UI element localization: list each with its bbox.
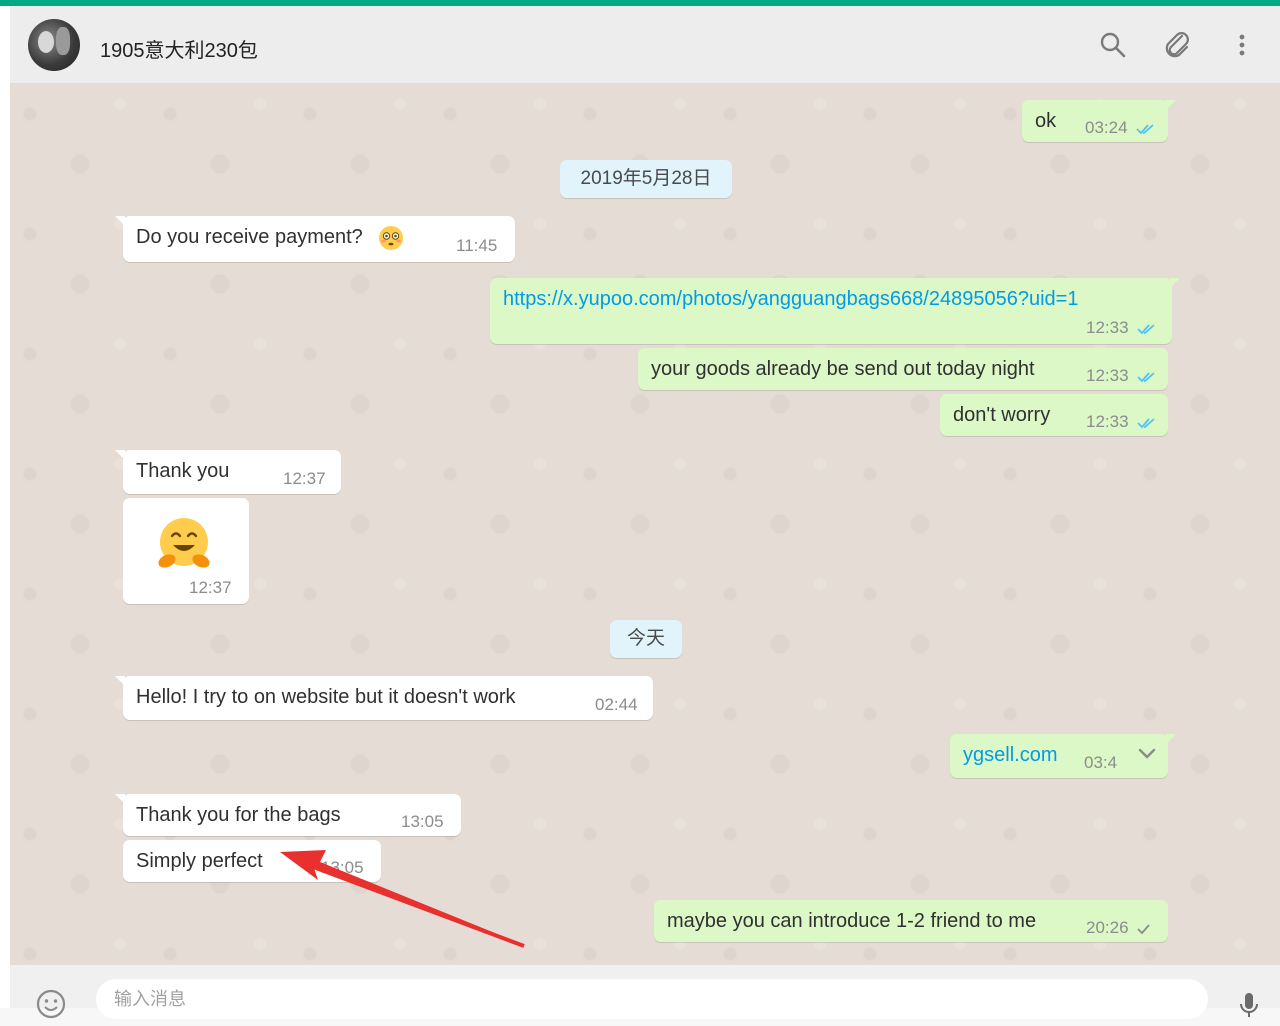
message-in[interactable]: Hello! I try to on website but it doesn'… [115, 676, 653, 720]
message-time: 13:05 [401, 812, 444, 831]
message-out[interactable]: ygsell.com 03:4 [950, 734, 1176, 778]
message-out[interactable]: https://x.yupoo.com/photos/yangguangbags… [490, 278, 1180, 344]
message-time: 13:05 [321, 858, 364, 877]
microphone-icon[interactable] [1232, 987, 1266, 1021]
avatar[interactable] [28, 19, 80, 71]
emoji-icon[interactable] [34, 987, 68, 1021]
message-in[interactable]: Simply perfect 13:05 [123, 840, 381, 882]
message-out[interactable]: ok 03:24 [1022, 100, 1176, 142]
message-out[interactable]: maybe you can introduce 1-2 friend to me… [654, 900, 1168, 942]
message-out[interactable]: your goods already be send out today nig… [638, 348, 1168, 390]
more-vertical-icon[interactable] [1225, 28, 1259, 62]
message-time: 12:33 [1086, 412, 1129, 431]
chevron-down-icon[interactable] [1136, 746, 1158, 762]
message-list[interactable]: ok 03:24 2019年5月28日 Do you receive payme… [10, 84, 1280, 965]
message-in[interactable]: Thank you for the bags 13:05 [115, 794, 461, 836]
chat-title[interactable]: 1905意大利230包 [100, 34, 258, 63]
single-check-icon [1137, 923, 1150, 934]
date-separator: 今天 [610, 620, 682, 658]
message-time: 11:45 [456, 236, 498, 255]
flushed-face-emoji-icon [379, 226, 403, 250]
message-in[interactable]: Thank you 12:37 [115, 450, 341, 494]
message-link[interactable]: https://x.yupoo.com/photos/yangguangbags… [503, 288, 1078, 311]
message-time: 12:37 [283, 469, 326, 488]
chat-header: 1905意大利230包 [10, 6, 1280, 84]
message-time: 03:24 [1085, 118, 1128, 137]
message-time: 02:44 [595, 695, 638, 714]
message-in[interactable]: Do you receive payment? 11:45 [115, 216, 515, 262]
message-time: 12:33 [1086, 318, 1129, 337]
double-check-read-icon [1137, 323, 1155, 334]
paperclip-icon[interactable] [1160, 28, 1194, 62]
message-time: 03:4 [1084, 753, 1118, 772]
message-time: 12:37 [189, 578, 232, 597]
search-icon[interactable] [1096, 28, 1130, 62]
composer-bar [10, 965, 1280, 1019]
message-link[interactable]: ygsell.com [963, 744, 1057, 767]
date-separator: 2019年5月28日 [560, 160, 732, 198]
double-check-read-icon [1137, 417, 1155, 428]
message-input[interactable] [96, 979, 1208, 1019]
message-time: 12:33 [1086, 366, 1129, 385]
message-in[interactable]: 12:37 [123, 498, 249, 604]
double-check-read-icon [1137, 371, 1155, 382]
hugging-face-emoji-icon [158, 518, 210, 568]
double-check-read-icon [1136, 123, 1154, 134]
message-out[interactable]: don't worry 12:33 [940, 394, 1168, 436]
message-time: 20:26 [1086, 918, 1129, 937]
